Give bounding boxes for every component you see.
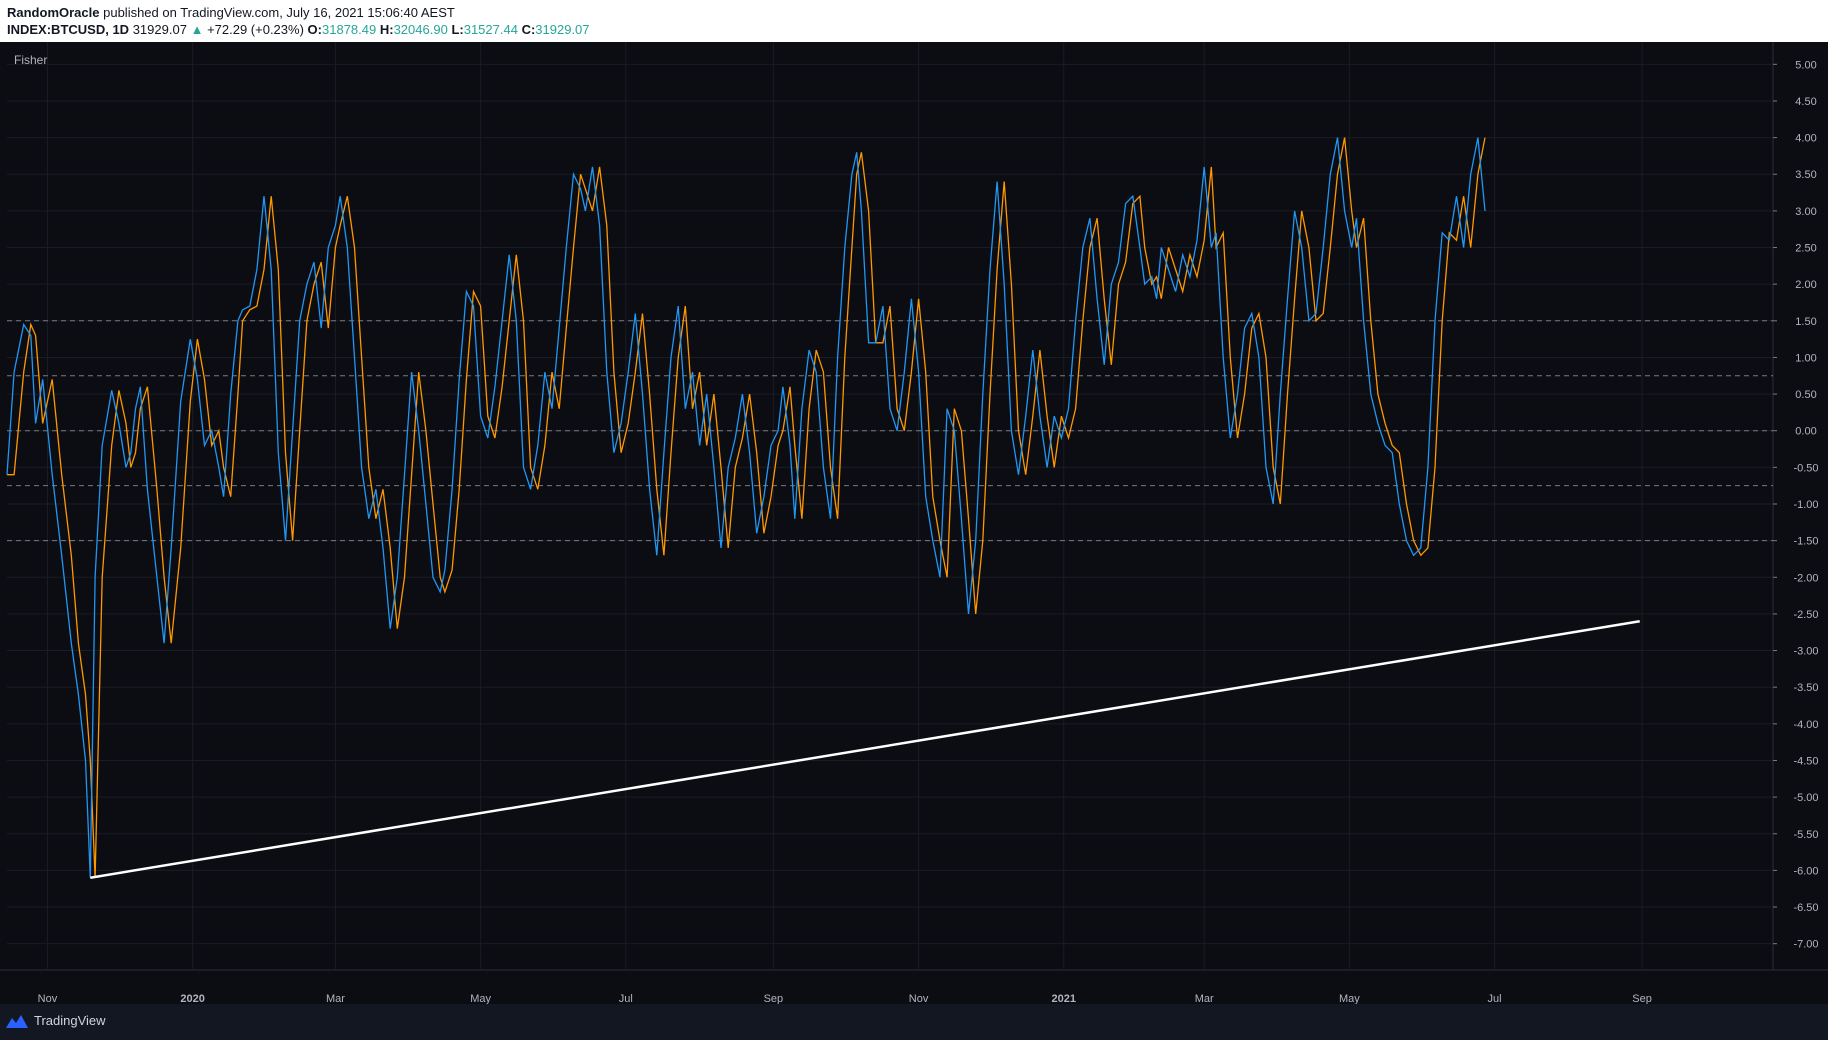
footer: TradingView (0, 1004, 1828, 1040)
indicator-label[interactable]: Fisher (14, 53, 47, 67)
y-tick-label: -2.50 (1793, 609, 1818, 621)
y-tick-label: 0.00 (1795, 426, 1816, 438)
fisher-series (6, 137, 1486, 878)
brand[interactable]: TradingView (6, 1013, 106, 1028)
symbol-info: INDEX:BTCUSD, 1D 31929.07 ▲ +72.29 (+0.2… (7, 22, 590, 37)
x-tick-label: Sep (764, 993, 784, 1004)
open-label: O: (307, 22, 322, 37)
high-value: 32046.90 (393, 22, 448, 37)
tradingview-logo-icon (6, 1014, 28, 1028)
y-tick-label: -0.50 (1793, 462, 1818, 474)
grid (0, 42, 1828, 971)
y-tick-label: -6.00 (1793, 865, 1818, 877)
fisher-line (6, 137, 1486, 878)
y-tick-label: 4.50 (1795, 96, 1816, 108)
y-tick-label: 0.50 (1795, 389, 1816, 401)
y-tick-label: 2.50 (1795, 243, 1816, 255)
y-tick-label: -3.50 (1793, 682, 1818, 694)
y-tick-label: -1.50 (1793, 536, 1818, 548)
y-tick-label: -2.00 (1793, 572, 1818, 584)
up-arrow-icon: ▲ (190, 22, 204, 37)
y-tick-label: -5.50 (1793, 829, 1818, 841)
trigger-line (7, 137, 1486, 878)
low-label: L: (451, 22, 464, 37)
x-tick-label: May (1339, 993, 1360, 1004)
last-price: 31929.07 (132, 22, 187, 37)
x-tick-label: Mar (326, 993, 345, 1004)
y-tick-label: 3.50 (1795, 169, 1816, 181)
author-name[interactable]: RandomOracle (7, 5, 99, 20)
y-tick-label: -1.00 (1793, 499, 1818, 511)
x-axis: Nov 2020 Mar May Jul Sep Nov 2021 Mar May Jul Sep (38, 993, 1652, 1004)
x-tick-label: May (470, 993, 491, 1004)
fisher-chart[interactable]: 5.00 4.50 4.00 3.50 3.00 2.50 2.00 1.50 1.00 0.50… (0, 42, 1828, 1004)
x-tick-label: Sep (1632, 993, 1652, 1004)
chart-area[interactable]: 5.00 4.50 4.00 3.50 3.00 2.50 2.00 1.50 1.00 0.50… (0, 42, 1828, 1004)
y-tick-label: 4.00 (1795, 133, 1816, 145)
y-tick-label: -4.50 (1793, 755, 1818, 767)
y-tick-label: 2.00 (1795, 279, 1816, 291)
publish-info: RandomOracle published on TradingView.co… (7, 5, 455, 20)
x-tick-label: Jul (619, 993, 633, 1004)
price-change: +72.29 (+0.23%) (207, 22, 304, 37)
x-tick-label: 2020 (180, 993, 204, 1004)
x-tick-label: Jul (1488, 993, 1502, 1004)
y-tick-label: -6.50 (1793, 902, 1818, 914)
y-axis: 5.00 4.50 4.00 3.50 3.00 2.50 2.00 1.50 1.00 0.50… (1773, 59, 1819, 951)
y-tick-label: -7.00 (1793, 939, 1818, 951)
y-tick-label: -4.00 (1793, 719, 1818, 731)
symbol-name[interactable]: INDEX:BTCUSD, 1D (7, 22, 129, 37)
y-tick-label: -3.00 (1793, 646, 1818, 658)
trendline (90, 620, 1640, 879)
x-tick-label: Mar (1195, 993, 1214, 1004)
y-tick-label: 1.00 (1795, 352, 1816, 364)
low-value: 31527.44 (463, 22, 518, 37)
header: RandomOracle published on TradingView.co… (0, 0, 1828, 42)
y-tick-label: 1.50 (1795, 316, 1816, 328)
trendline-layer (90, 620, 1640, 879)
close-value: 31929.07 (535, 22, 590, 37)
y-tick-label: 3.00 (1795, 206, 1816, 218)
x-tick-label: 2021 (1052, 993, 1076, 1004)
open-value: 31878.49 (322, 22, 377, 37)
publish-text: published on TradingView.com, July 16, 2… (103, 5, 455, 20)
y-tick-label: 5.00 (1795, 59, 1816, 71)
x-tick-label: Nov (909, 993, 929, 1004)
high-label: H: (379, 22, 394, 37)
x-tick-label: Nov (38, 993, 58, 1004)
y-tick-label: -5.00 (1793, 792, 1818, 804)
brand-name: TradingView (34, 1013, 106, 1028)
close-label: C: (521, 22, 536, 37)
